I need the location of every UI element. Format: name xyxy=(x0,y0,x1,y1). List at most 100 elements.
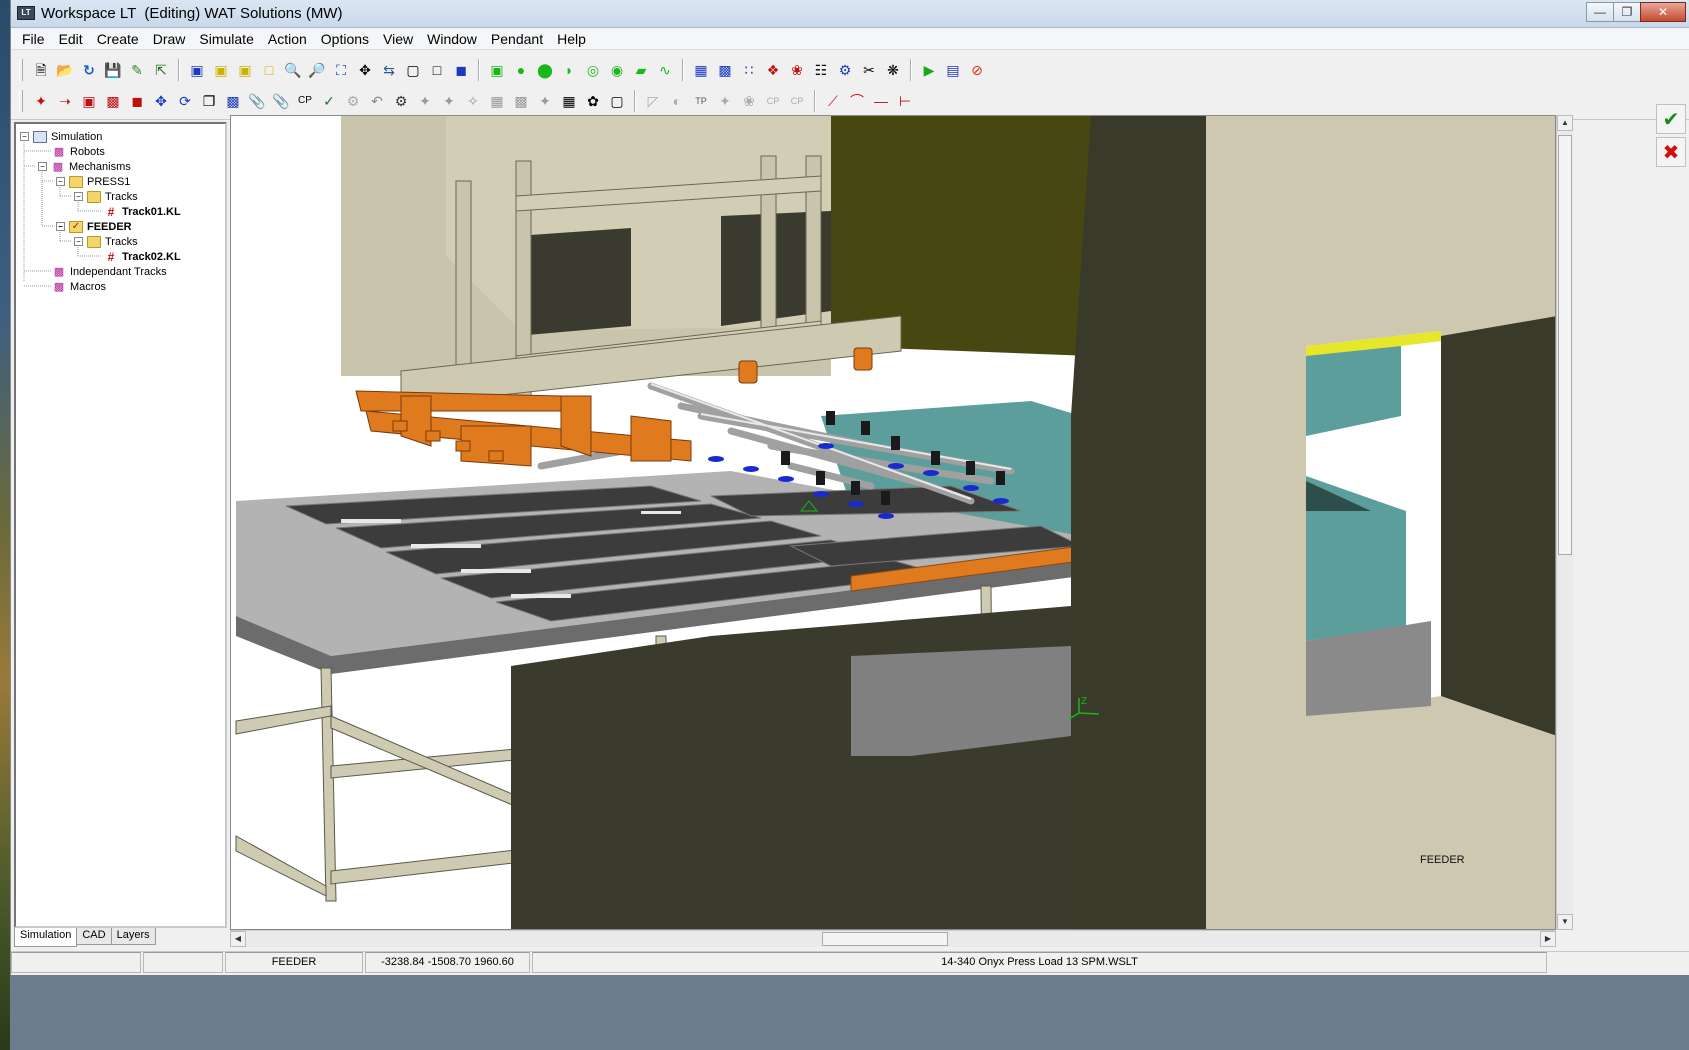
tree-node-feeder[interactable]: − ✓ FEEDER xyxy=(56,219,132,234)
align-button[interactable]: ✓ xyxy=(317,89,341,113)
create-cone-button[interactable]: ◗ xyxy=(557,58,581,82)
collapse-icon[interactable]: − xyxy=(56,222,65,231)
create-plane-button[interactable]: ▰ xyxy=(629,58,653,82)
tool-h-button[interactable]: ✂ xyxy=(857,58,881,82)
pan-button[interactable]: ✥ xyxy=(353,58,377,82)
open-file-button[interactable]: 📂 xyxy=(53,58,77,82)
run-simulation-button[interactable]: ▶ xyxy=(917,58,941,82)
tool-d-button[interactable]: ❖ xyxy=(761,58,785,82)
select-tool-button[interactable]: ▣ xyxy=(77,89,101,113)
gp-1-button[interactable]: ◸ xyxy=(641,89,665,113)
menu-window[interactable]: Window xyxy=(420,28,484,49)
tree-node-track01[interactable]: # Track01.KL xyxy=(104,204,181,219)
new-file-button[interactable]: 🗎 xyxy=(29,58,53,82)
tree-node-tracks-2[interactable]: − Tracks xyxy=(74,234,138,249)
measure-button[interactable]: ▢ xyxy=(605,89,629,113)
create-cylinder-button[interactable]: ● xyxy=(509,58,533,82)
view-front-button[interactable]: ▣ xyxy=(185,58,209,82)
menu-action[interactable]: Action xyxy=(261,28,314,49)
collapse-icon[interactable]: − xyxy=(20,132,29,141)
create-box-button[interactable]: ▣ xyxy=(485,58,509,82)
tool-c-button[interactable]: ∷ xyxy=(737,58,761,82)
scroll-up-button[interactable]: ▲ xyxy=(1557,115,1573,131)
menu-create[interactable]: Create xyxy=(90,28,146,49)
gp-7-button[interactable]: CP xyxy=(785,89,809,113)
disabled-2-button[interactable]: ✦ xyxy=(413,89,437,113)
refresh-button[interactable]: ↻ xyxy=(77,58,101,82)
3d-viewport[interactable]: Z FEEDER xyxy=(230,115,1556,930)
tool-b-button[interactable]: ▩ xyxy=(713,58,737,82)
tool-f-button[interactable]: ☷ xyxy=(809,58,833,82)
tree-node-track02[interactable]: # Track02.KL xyxy=(104,249,181,264)
create-torus-button[interactable]: ◎ xyxy=(581,58,605,82)
tree-node-mechanisms[interactable]: − ▩ Mechanisms xyxy=(38,159,131,174)
disabled-5-button[interactable]: ▦ xyxy=(485,89,509,113)
export-button[interactable]: ⇱ xyxy=(149,58,173,82)
move-tool-button[interactable]: ➝ xyxy=(53,89,77,113)
view-left-button[interactable]: ▣ xyxy=(233,58,257,82)
tp-button[interactable]: ⚙ xyxy=(389,89,413,113)
tool-e-button[interactable]: ❀ xyxy=(785,58,809,82)
menu-options[interactable]: Options xyxy=(314,28,376,49)
view-right-button[interactable]: □ xyxy=(257,58,281,82)
rotate-button[interactable]: ⟳ xyxy=(173,89,197,113)
arc-tool-button[interactable]: ⌒ xyxy=(845,89,869,113)
view-iso-button[interactable]: ▢ xyxy=(401,58,425,82)
tool-g-button[interactable]: ⚙ xyxy=(833,58,857,82)
horizontal-scroll-thumb[interactable] xyxy=(822,932,948,946)
cp-button[interactable]: CP xyxy=(293,89,317,113)
translate-button[interactable]: ✥ xyxy=(149,89,173,113)
calc-button[interactable]: ▦ xyxy=(557,89,581,113)
tool-i-button[interactable]: ❋ xyxy=(881,58,905,82)
gp-4-button[interactable]: ✦ xyxy=(713,89,737,113)
undo-button[interactable]: ↶ xyxy=(365,89,389,113)
tree-node-tracks-1[interactable]: − Tracks xyxy=(74,189,138,204)
gp-5-button[interactable]: ❀ xyxy=(737,89,761,113)
menu-edit[interactable]: Edit xyxy=(52,28,90,49)
vertical-scrollbar[interactable]: ▲ ▼ xyxy=(1556,115,1573,930)
collapse-icon[interactable]: − xyxy=(38,162,47,171)
disabled-6-button[interactable]: ▩ xyxy=(509,89,533,113)
tab-simulation[interactable]: Simulation xyxy=(14,928,78,947)
toolbar-grip-2[interactable] xyxy=(19,90,23,112)
attach-button[interactable]: 📎 xyxy=(245,89,269,113)
path-button[interactable]: ✿ xyxy=(581,89,605,113)
scroll-left-button[interactable]: ◀ xyxy=(230,931,246,947)
zoom-fit-button[interactable]: ⛶ xyxy=(329,58,353,82)
tree-node-macros[interactable]: ▩ Macros xyxy=(52,279,106,294)
color-button[interactable]: ▩ xyxy=(221,89,245,113)
view-back-button[interactable]: ▣ xyxy=(209,58,233,82)
collapse-icon[interactable]: − xyxy=(74,192,83,201)
zoom-in-button[interactable]: 🔍 xyxy=(281,58,305,82)
rotate-view-button[interactable]: ⇆ xyxy=(377,58,401,82)
menu-pendant[interactable]: Pendant xyxy=(484,28,550,49)
hline-tool-button[interactable]: — xyxy=(869,89,893,113)
save-button[interactable]: 💾 xyxy=(101,58,125,82)
select-all-button[interactable]: ◼ xyxy=(125,89,149,113)
close-button[interactable]: ✕ xyxy=(1640,2,1686,22)
gp-3-button[interactable]: TP xyxy=(689,89,713,113)
menu-simulate[interactable]: Simulate xyxy=(192,28,260,49)
disabled-3-button[interactable]: ✦ xyxy=(437,89,461,113)
menu-draw[interactable]: Draw xyxy=(146,28,193,49)
title-bar[interactable]: LT Workspace LT (Editing) WAT Solutions … xyxy=(11,0,1689,28)
wireframe-button[interactable]: □ xyxy=(425,58,449,82)
detach-button[interactable]: 📎 xyxy=(269,89,293,113)
edit-tool-button[interactable]: ✎ xyxy=(125,58,149,82)
cancel-button[interactable]: ✖ xyxy=(1656,137,1686,167)
tab-layers[interactable]: Layers xyxy=(110,928,156,945)
create-pipe-button[interactable]: ∿ xyxy=(653,58,677,82)
create-disk-button[interactable]: ◉ xyxy=(605,58,629,82)
line-tool-button[interactable]: ⟋ xyxy=(821,89,845,113)
shaded-button[interactable]: ◼ xyxy=(449,58,473,82)
disabled-4-button[interactable]: ✧ xyxy=(461,89,485,113)
gp-6-button[interactable]: CP xyxy=(761,89,785,113)
collapse-icon[interactable]: − xyxy=(74,237,83,246)
select-multi-button[interactable]: ▩ xyxy=(101,89,125,113)
stop-simulation-button[interactable]: ⊘ xyxy=(965,58,989,82)
restore-button[interactable]: ❐ xyxy=(1613,2,1641,22)
tree-node-press1[interactable]: − PRESS1 xyxy=(56,174,130,189)
gp-2-button[interactable]: ◐ xyxy=(665,89,689,113)
minimize-button[interactable]: — xyxy=(1586,2,1614,22)
tree-node-robots[interactable]: ▩ Robots xyxy=(52,144,105,159)
